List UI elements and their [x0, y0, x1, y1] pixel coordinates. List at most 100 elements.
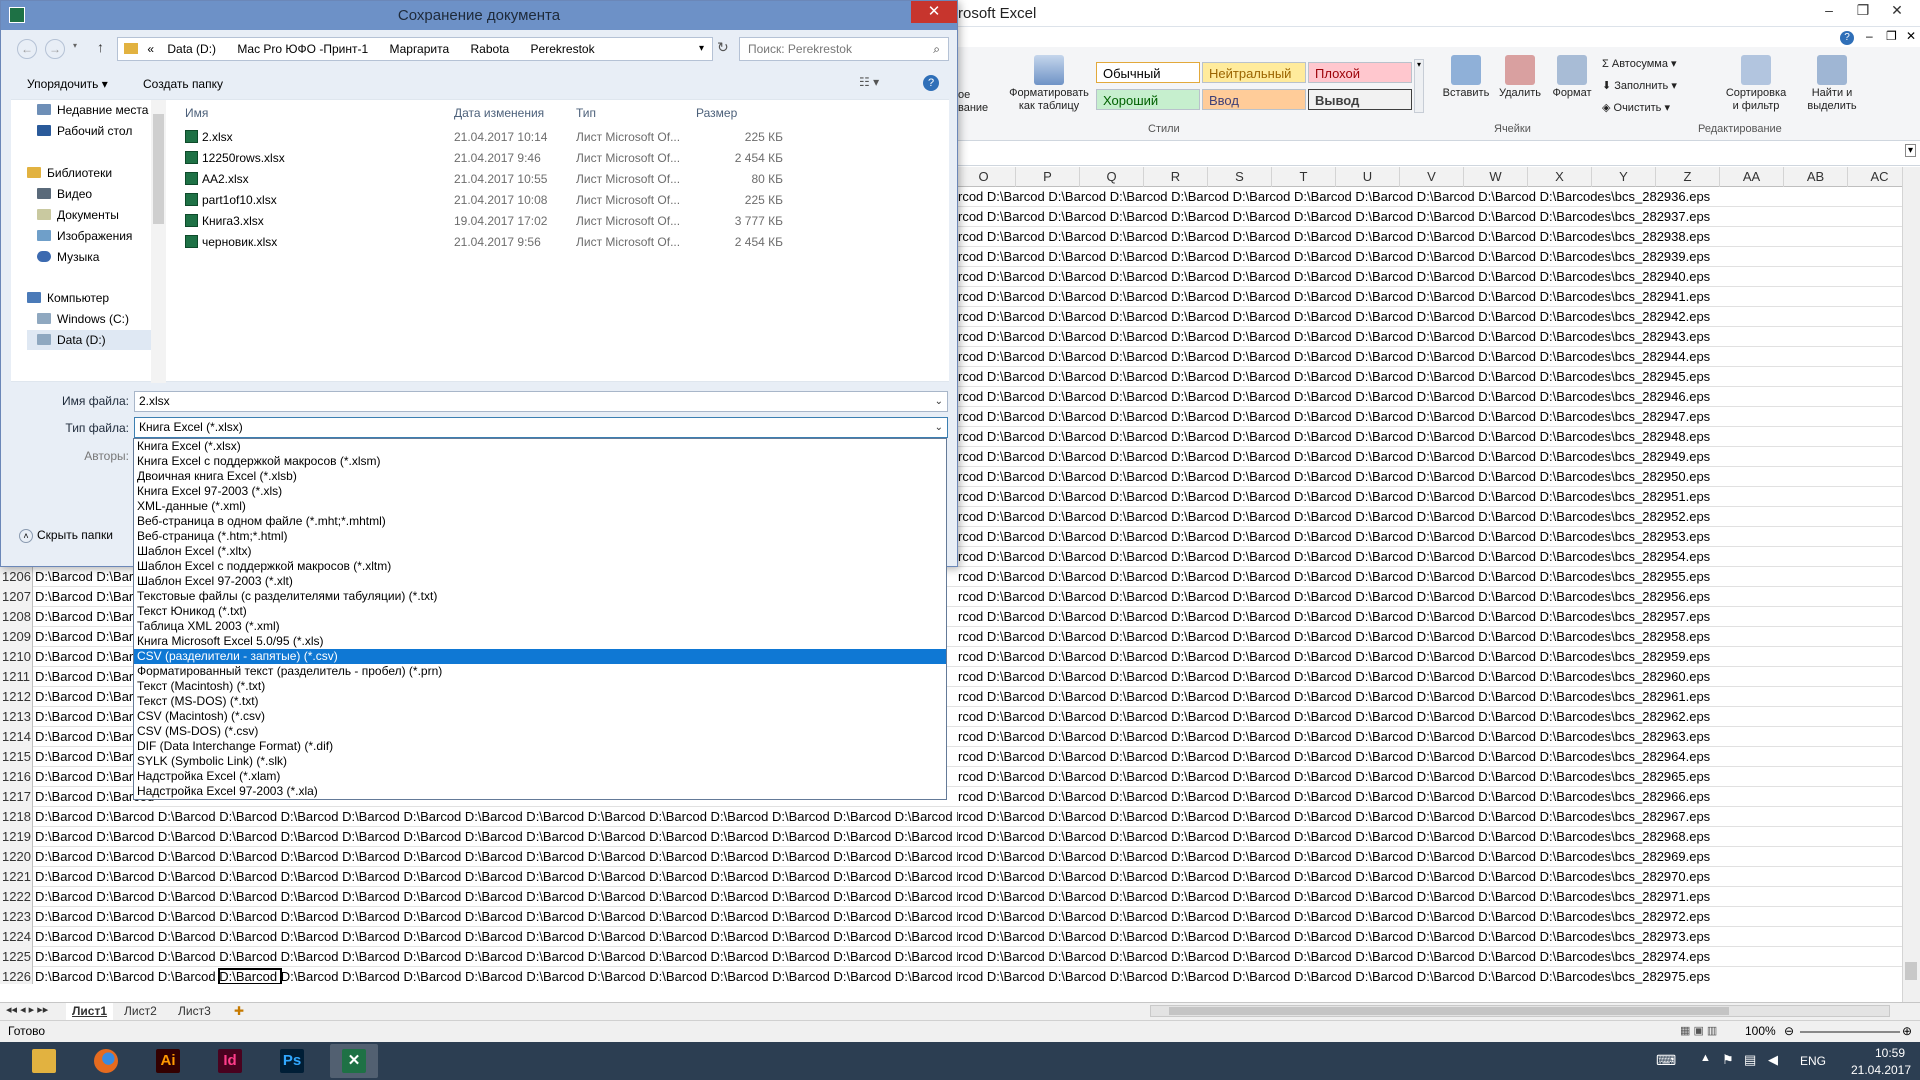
taskbar-firefox[interactable]	[82, 1044, 130, 1078]
style-good[interactable]: Хороший	[1096, 89, 1200, 110]
tab-sheet3[interactable]: Лист3	[172, 1003, 217, 1020]
sheet-nav-icon[interactable]: ◂◂ ◂ ▸ ▸▸	[6, 1003, 48, 1016]
row-number[interactable]: 1226	[0, 967, 33, 984]
table-row[interactable]: rcod D:\Barcod D:\Barcod D:\Barcod D:\Ba…	[958, 967, 1902, 984]
row-number[interactable]: 1224	[0, 927, 33, 947]
close-dialog-button[interactable]: ✕	[911, 1, 957, 23]
hscroll-thumb[interactable]	[1169, 1007, 1729, 1015]
nav-video[interactable]: Видео	[37, 184, 92, 204]
table-row[interactable]: 1223 D:\Barcod D:\Barcod D:\Barcod D:\Bar…	[0, 907, 958, 927]
row-number[interactable]: 1215	[0, 747, 33, 767]
refresh-icon[interactable]: ↻	[717, 39, 729, 56]
close-window-button[interactable]: ✕	[1884, 2, 1910, 19]
table-row[interactable]: 1218 D:\Barcod D:\Barcod D:\Barcod D:\Bar…	[0, 807, 958, 827]
sheet-grid-right[interactable]: rcod D:\Barcod D:\Barcod D:\Barcod D:\Ba…	[958, 187, 1902, 984]
filetype-option[interactable]: Текст Юникод (*.txt)	[134, 604, 946, 619]
row-number[interactable]: 1223	[0, 907, 33, 927]
file-row[interactable]: Книга3.xlsx 19.04.2017 17:02 Лист Microsof…	[171, 211, 783, 232]
filetype-option[interactable]: Веб-страница (*.htm;*.html)	[134, 529, 946, 544]
help-icon[interactable]: ?	[1840, 31, 1854, 45]
fill-button[interactable]: ⬇ Заполнить ▾	[1602, 79, 1677, 92]
format-cells-button[interactable]: Формат	[1546, 55, 1598, 100]
column-header[interactable]: P	[1016, 167, 1080, 187]
table-row[interactable]: rcod D:\Barcod D:\Barcod D:\Barcod D:\Ba…	[958, 367, 1902, 387]
filetype-option[interactable]: Шаблон Excel 97-2003 (*.xlt)	[134, 574, 946, 589]
sort-filter-button[interactable]: Сортировка и фильтр	[1718, 55, 1794, 113]
filetype-option[interactable]: Надстройка Excel (*.xlam)	[134, 769, 946, 784]
table-row[interactable]: rcod D:\Barcod D:\Barcod D:\Barcod D:\Ba…	[958, 687, 1902, 707]
table-row[interactable]: rcod D:\Barcod D:\Barcod D:\Barcod D:\Ba…	[958, 587, 1902, 607]
header-size[interactable]: Размер	[696, 106, 737, 120]
tab-sheet2[interactable]: Лист2	[118, 1003, 163, 1020]
breadcrumb-drive[interactable]: Data (D:)	[167, 38, 216, 60]
autosum-button[interactable]: Σ Автосумма ▾	[1602, 57, 1677, 70]
table-row[interactable]: 1219 D:\Barcod D:\Barcod D:\Barcod D:\Bar…	[0, 827, 958, 847]
path-dropdown-icon[interactable]: ▾	[699, 38, 704, 60]
table-row[interactable]: rcod D:\Barcod D:\Barcod D:\Barcod D:\Ba…	[958, 207, 1902, 227]
cell[interactable]: D:\Barcod	[158, 969, 219, 984]
organize-button[interactable]: Упорядочить ▾	[27, 77, 108, 91]
table-row[interactable]: rcod D:\Barcod D:\Barcod D:\Barcod D:\Ba…	[958, 427, 1902, 447]
forward-icon[interactable]: →	[45, 39, 65, 59]
insert-cells-button[interactable]: Вставить	[1440, 55, 1492, 100]
table-row[interactable]: rcod D:\Barcod D:\Barcod D:\Barcod D:\Ba…	[958, 907, 1902, 927]
column-header[interactable]: U	[1336, 167, 1400, 187]
column-header[interactable]: AB	[1784, 167, 1848, 187]
nav-documents[interactable]: Документы	[37, 205, 119, 225]
filetype-option[interactable]: Книга Excel 97-2003 (*.xls)	[134, 484, 946, 499]
table-row[interactable]: rcod D:\Barcod D:\Barcod D:\Barcod D:\Ba…	[958, 827, 1902, 847]
table-row[interactable]: rcod D:\Barcod D:\Barcod D:\Barcod D:\Ba…	[958, 487, 1902, 507]
filetype-option[interactable]: DIF (Data Interchange Format) (*.dif)	[134, 739, 946, 754]
keyboard-icon[interactable]: ⌨	[1656, 1052, 1676, 1069]
minimize-button[interactable]: –	[1816, 2, 1842, 18]
volume-icon[interactable]: ◀	[1768, 1052, 1778, 1068]
active-cell[interactable]: D:\Barcod	[218, 968, 282, 984]
row-number[interactable]: 1225	[0, 947, 33, 967]
file-row[interactable]: 12250rows.xlsx 21.04.2017 9:46 Лист Micros…	[171, 148, 783, 169]
style-normal[interactable]: Обычный	[1096, 62, 1200, 83]
nav-recent[interactable]: Недавние места	[37, 100, 148, 120]
filetype-option[interactable]: Шаблон Excel (*.xltx)	[134, 544, 946, 559]
table-row[interactable]: rcod D:\Barcod D:\Barcod D:\Barcod D:\Ba…	[958, 947, 1902, 967]
delete-cells-button[interactable]: Удалить	[1494, 55, 1546, 100]
taskbar-illustrator[interactable]: Ai	[144, 1044, 192, 1078]
horizontal-scrollbar[interactable]	[1150, 1005, 1890, 1017]
table-row[interactable]: rcod D:\Barcod D:\Barcod D:\Barcod D:\Ba…	[958, 527, 1902, 547]
view-buttons[interactable]: ▦ ▣ ▥	[1680, 1024, 1717, 1037]
nav-scroll-thumb[interactable]	[153, 114, 164, 224]
filetype-option[interactable]: CSV (MS-DOS) (*.csv)	[134, 724, 946, 739]
row-number[interactable]: 1209	[0, 627, 33, 647]
breadcrumb-folder-3[interactable]: Rabota	[471, 38, 510, 60]
insert-sheet-icon[interactable]: ✚	[228, 1003, 250, 1020]
zoom-level[interactable]: 100%	[1745, 1024, 1776, 1038]
restore-ribbon-icon[interactable]: ❐	[1886, 29, 1897, 43]
row-number[interactable]: 1221	[0, 867, 33, 887]
table-row[interactable]: rcod D:\Barcod D:\Barcod D:\Barcod D:\Ba…	[958, 507, 1902, 527]
file-row[interactable]: AA2.xlsx 21.04.2017 10:55 Лист Microsoft O…	[171, 169, 783, 190]
formula-bar[interactable]: ▾	[958, 142, 1920, 166]
filetype-option[interactable]: Шаблон Excel с поддержкой макросов (*.xl…	[134, 559, 946, 574]
find-select-button[interactable]: Найти и выделить	[1794, 55, 1870, 113]
row-number[interactable]: 1222	[0, 887, 33, 907]
table-row[interactable]: rcod D:\Barcod D:\Barcod D:\Barcod D:\Ba…	[958, 327, 1902, 347]
filename-input[interactable]: 2.xlsx ⌄	[134, 391, 948, 412]
table-row[interactable]: rcod D:\Barcod D:\Barcod D:\Barcod D:\Ba…	[958, 727, 1902, 747]
cell[interactable]: D:\Barcod	[96, 969, 157, 984]
filetype-option[interactable]: Надстройка Excel 97-2003 (*.xla)	[134, 784, 946, 799]
file-row[interactable]: 2.xlsx 21.04.2017 10:14 Лист Microsoft Of.…	[171, 127, 783, 148]
chevron-down-icon[interactable]: ⌄	[935, 418, 943, 437]
clock-time[interactable]: 10:59	[1860, 1046, 1920, 1060]
cond-format-button[interactable]: ое вание	[958, 89, 998, 115]
cell[interactable]: D:\Barcod	[772, 969, 833, 984]
table-row[interactable]: rcod D:\Barcod D:\Barcod D:\Barcod D:\Ba…	[958, 287, 1902, 307]
row-number[interactable]: 1216	[0, 767, 33, 787]
row-number[interactable]: 1212	[0, 687, 33, 707]
row-number[interactable]: 1210	[0, 647, 33, 667]
taskbar-photoshop[interactable]: Ps	[268, 1044, 316, 1078]
filetype-option[interactable]: XML-данные (*.xml)	[134, 499, 946, 514]
breadcrumb-folder-2[interactable]: Маргарита	[389, 38, 449, 60]
style-output[interactable]: Вывод	[1308, 89, 1412, 110]
taskbar-explorer[interactable]	[20, 1044, 68, 1078]
column-header[interactable]: Y	[1592, 167, 1656, 187]
row-number[interactable]: 1218	[0, 807, 33, 827]
